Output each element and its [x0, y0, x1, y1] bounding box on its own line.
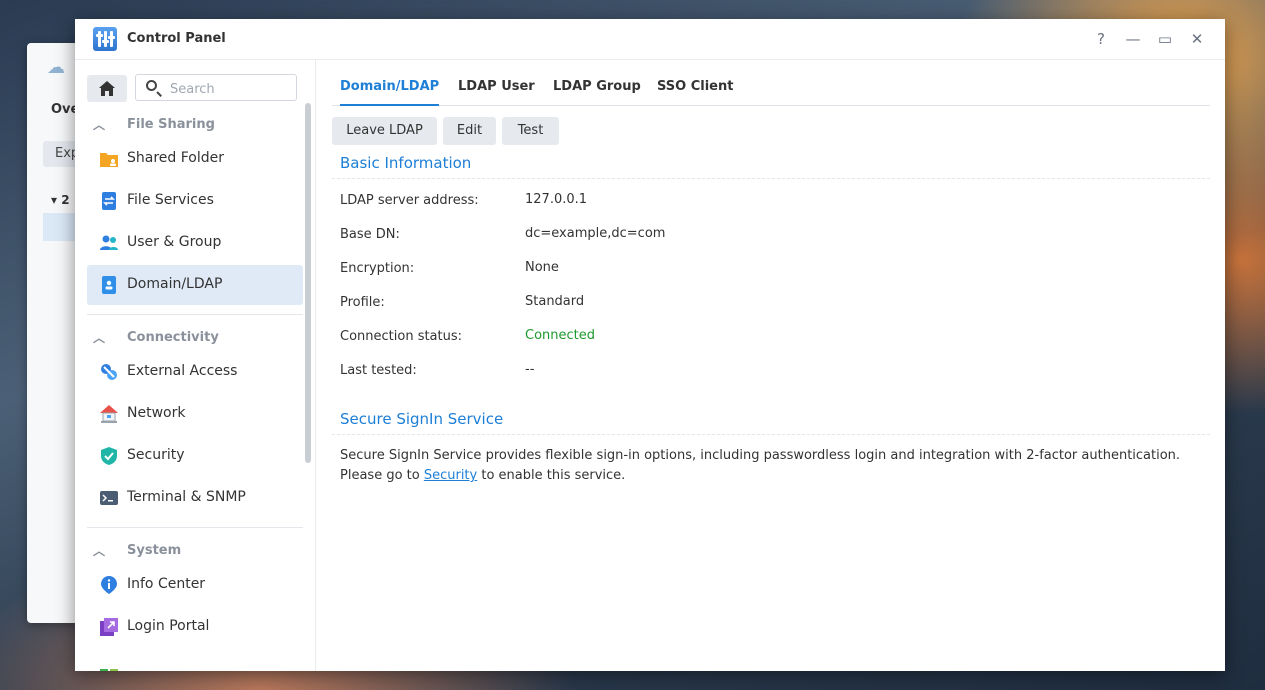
connection-status-label: Connection status: [340, 329, 463, 344]
sidebar-item-label: File Services [127, 192, 214, 208]
cloud-logo-icon: ☁ [47, 57, 65, 78]
sidebar-item-info-center[interactable]: Info Center [87, 565, 303, 605]
sidebar-item-label: Info Center [127, 576, 206, 592]
chevron-up-icon: ︿ [93, 331, 106, 345]
shared-folder-icon [100, 153, 118, 167]
base-dn-label: Base DN: [340, 227, 400, 242]
section-divider [332, 434, 1210, 435]
sidebar-item-label: Domain/LDAP [127, 276, 223, 292]
sidebar-item-label: Shared Folder [127, 150, 225, 166]
sidebar-item-external-access[interactable]: External Access [87, 352, 303, 392]
network-icon [100, 405, 118, 423]
leave-ldap-button[interactable]: Leave LDAP [332, 117, 437, 145]
section-title: Connectivity [127, 330, 219, 345]
last-tested-value: -- [525, 362, 535, 377]
tab-sso-client[interactable]: SSO Client [657, 79, 733, 94]
basic-information-title: Basic Information [340, 154, 472, 172]
home-icon [99, 81, 115, 96]
sidebar-item-user-group[interactable]: User & Group [87, 223, 303, 263]
secure-signin-line1: Secure SignIn Service provides flexible … [340, 448, 1181, 463]
sidebar-item-partial[interactable] [87, 649, 303, 671]
section-divider [332, 178, 1210, 179]
section-file-sharing[interactable]: ︿ File Sharing [87, 115, 287, 137]
control-panel-icon [93, 27, 117, 51]
close-icon[interactable]: ✕ [1185, 27, 1209, 51]
chevron-up-icon: ︿ [93, 544, 106, 558]
sidebar-item-label: Login Portal [127, 618, 210, 634]
sidebar-item-file-services[interactable]: File Services [87, 181, 303, 221]
connection-status-value: Connected [525, 328, 596, 343]
encryption-value: None [525, 260, 559, 275]
maximize-icon[interactable]: ▭ [1153, 27, 1177, 51]
profile-label: Profile: [340, 295, 385, 310]
security-link[interactable]: Security [424, 468, 477, 483]
ldap-server-address-label: LDAP server address: [340, 193, 479, 208]
external-access-icon [101, 364, 117, 380]
section-title: System [127, 543, 182, 558]
section-system[interactable]: ︿ System [87, 541, 287, 563]
section-divider [87, 527, 303, 528]
encryption-label: Encryption: [340, 261, 415, 276]
search-box[interactable] [135, 74, 297, 101]
section-connectivity[interactable]: ︿ Connectivity [87, 328, 287, 350]
domain-ldap-icon [102, 276, 116, 294]
sidebar-item-domain-ldap[interactable]: Domain/LDAP [87, 265, 303, 305]
sidebar-item-terminal-snmp[interactable]: Terminal & SNMP [87, 478, 303, 518]
tab-domain-ldap[interactable]: Domain/LDAP [340, 79, 440, 106]
tab-ldap-user[interactable]: LDAP User [458, 79, 535, 94]
search-input[interactable] [168, 79, 292, 99]
edit-button[interactable]: Edit [443, 117, 496, 145]
home-button[interactable] [87, 75, 127, 102]
last-tested-label: Last tested: [340, 363, 417, 378]
partial-item-icon [100, 669, 118, 671]
title-bar[interactable]: Control Panel ? — ▭ ✕ [75, 19, 1225, 60]
terminal-icon [100, 491, 118, 505]
chevron-up-icon: ︿ [93, 118, 106, 132]
section-title: File Sharing [127, 117, 215, 132]
search-icon [146, 80, 157, 91]
minimize-icon[interactable]: — [1121, 27, 1145, 51]
tab-ldap-group[interactable]: LDAP Group [553, 79, 641, 94]
window-title: Control Panel [127, 31, 226, 46]
security-shield-icon [101, 447, 117, 465]
background-tree-node[interactable]: ▾ 2 [51, 193, 70, 207]
secure-signin-line2-prefix: Please go to [340, 468, 424, 483]
background-tree-label: 2 [61, 193, 70, 207]
user-group-icon [100, 235, 118, 250]
info-center-icon [101, 576, 117, 594]
secure-signin-description: Secure SignIn Service provides flexible … [340, 446, 1210, 486]
tab-bar: Domain/LDAP LDAP User LDAP Group SSO Cli… [332, 59, 1210, 106]
login-portal-icon [100, 618, 118, 636]
sidebar-item-label: Security [127, 447, 185, 463]
secure-signin-title: Secure SignIn Service [340, 410, 504, 428]
sidebar-item-security[interactable]: Security [87, 436, 303, 476]
profile-value: Standard [525, 294, 585, 309]
sidebar: ︿ File Sharing Shared Folder File Servic… [75, 59, 316, 671]
sidebar-item-label: External Access [127, 363, 238, 379]
base-dn-value: dc=example,dc=com [525, 226, 666, 241]
sidebar-item-label: Network [127, 405, 186, 421]
sidebar-item-network[interactable]: Network [87, 394, 303, 434]
sidebar-item-shared-folder[interactable]: Shared Folder [87, 139, 303, 179]
help-icon[interactable]: ? [1089, 27, 1113, 51]
control-panel-window: Control Panel ? — ▭ ✕ ︿ File Sharing Sha [75, 19, 1225, 671]
ldap-server-address-value: 127.0.0.1 [525, 192, 588, 207]
file-services-icon [102, 192, 116, 210]
section-divider [87, 314, 303, 315]
test-button[interactable]: Test [502, 117, 559, 145]
secure-signin-line2-suffix: to enable this service. [477, 468, 626, 483]
sidebar-scrollbar[interactable] [305, 103, 311, 463]
sidebar-item-label: Terminal & SNMP [127, 489, 246, 505]
sidebar-item-login-portal[interactable]: Login Portal [87, 607, 303, 647]
sidebar-item-label: User & Group [127, 234, 222, 250]
main-content: Domain/LDAP LDAP User LDAP Group SSO Cli… [316, 59, 1225, 671]
